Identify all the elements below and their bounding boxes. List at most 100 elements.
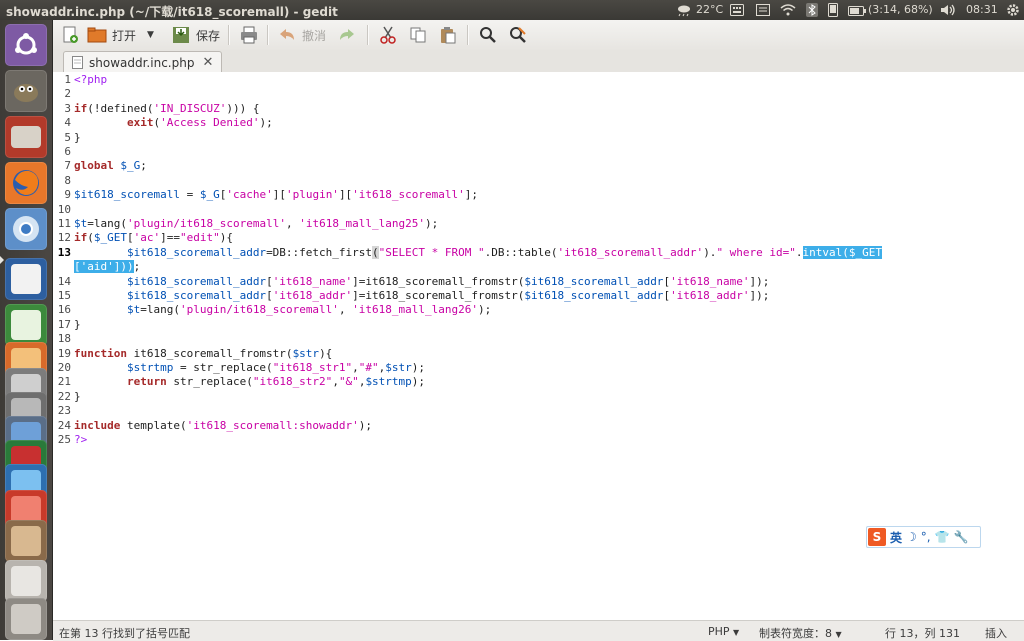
code-token: }: [74, 317, 81, 331]
tab-showaddr[interactable]: showaddr.inc.php ✕: [63, 51, 223, 73]
code-line[interactable]: $strtmp = str_replace("it618_str1","#",$…: [74, 361, 425, 374]
code-token: $_GET: [93, 231, 127, 245]
weather-icon[interactable]: [676, 3, 692, 17]
code-line[interactable]: $it618_scoremall_addr['it618_addr']=it61…: [74, 289, 769, 302]
insert-mode[interactable]: 插入: [985, 625, 1007, 641]
open-button[interactable]: 打开: [87, 24, 136, 46]
bluetooth-icon[interactable]: [806, 3, 818, 17]
code-line[interactable]: }: [74, 318, 81, 331]
code-line[interactable]: global $_G;: [74, 159, 147, 172]
code-token: $_G: [120, 159, 141, 173]
code-token: ][: [272, 188, 286, 202]
code-line[interactable]: $t=lang('plugin/it618_scoremall', 'it618…: [74, 303, 491, 316]
copy-icon: [410, 27, 426, 43]
code-line[interactable]: }: [74, 390, 81, 403]
close-icon[interactable]: ✕: [202, 55, 213, 70]
open-menu-arrow[interactable]: ▼: [147, 24, 154, 46]
chromium-icon[interactable]: [5, 208, 47, 250]
wifi-icon[interactable]: [780, 3, 796, 16]
file-manager-icon[interactable]: [5, 116, 47, 158]
spreadsheet-icon[interactable]: [5, 304, 47, 346]
ubuntu-dash-icon[interactable]: [5, 24, 47, 66]
code-line[interactable]: function it618_scoremall_fromstr($str){: [74, 347, 332, 360]
phone-icon[interactable]: [828, 3, 838, 17]
line-number: 10: [57, 202, 71, 216]
code-line[interactable]: if($_GET['ac']=="edit"){: [74, 231, 233, 244]
code-token: ]);: [749, 274, 770, 288]
line-number: 5: [64, 130, 71, 144]
code-token: ){: [219, 231, 233, 245]
code-token: ,: [338, 303, 353, 317]
layers-app-icon[interactable]: [5, 560, 47, 602]
wrench-icon[interactable]: 🔧: [954, 530, 969, 544]
find-button[interactable]: [479, 24, 497, 46]
firefox-icon[interactable]: [5, 162, 47, 204]
code-token: (: [372, 245, 379, 259]
toolbar-separator: [367, 25, 369, 45]
stacked-app-icon[interactable]: [5, 520, 47, 562]
code-token: ){: [319, 346, 333, 360]
undo-button[interactable]: 撤消: [277, 24, 326, 46]
mail-icon[interactable]: [756, 3, 770, 16]
code-line[interactable]: $it618_scoremall_addr=DB::fetch_first("S…: [74, 245, 1024, 259]
gimp-icon[interactable]: [5, 70, 47, 112]
code-line[interactable]: $it618_scoremall_addr['it618_name']=it61…: [74, 275, 769, 288]
battery-icon[interactable]: [848, 3, 866, 16]
sogou-logo-icon[interactable]: S: [868, 528, 886, 546]
trash-icon[interactable]: [5, 598, 47, 640]
code-token: "edit": [180, 231, 220, 245]
printer-icon: [241, 26, 257, 44]
code-line[interactable]: include template('it618_scoremall:showad…: [74, 419, 372, 432]
code-line[interactable]: if(!defined('IN_DISCUZ'))) {: [74, 102, 259, 115]
redo-button[interactable]: [337, 24, 357, 46]
print-button[interactable]: [239, 24, 259, 46]
volume-icon[interactable]: [940, 3, 956, 16]
tab-width-selector[interactable]: 制表符宽度：8 ▼: [759, 625, 842, 641]
cut-button[interactable]: [379, 24, 397, 46]
language-selector[interactable]: PHP ▼: [708, 625, 739, 638]
code-token: intval($_GET: [802, 245, 883, 259]
code-token: 'plugin': [285, 188, 339, 202]
clock-label[interactable]: 08:31: [966, 3, 998, 16]
code-token: ,: [332, 375, 339, 389]
ime-language-label[interactable]: 英: [890, 529, 902, 546]
paste-button[interactable]: [439, 24, 457, 46]
code-token: ;: [140, 159, 147, 173]
code-token: $t: [126, 303, 141, 317]
code-token: 'ac': [133, 231, 161, 245]
shirt-icon[interactable]: 👕: [935, 530, 950, 544]
find-replace-button[interactable]: [509, 24, 527, 46]
code-token: 'it618_name': [272, 274, 353, 288]
gear-icon[interactable]: [1006, 3, 1020, 17]
line-number: 24: [57, 418, 71, 432]
battery-label[interactable]: (3:14, 68%): [868, 3, 933, 16]
code-line[interactable]: exit('Access Denied');: [74, 116, 273, 129]
chevron-down-icon: ▼: [733, 628, 740, 637]
code-line[interactable]: }: [74, 131, 81, 144]
code-token: if: [74, 231, 88, 245]
window-title: showaddr.inc.php (~/下载/it618_scoremall) …: [6, 5, 338, 19]
moon-icon[interactable]: ☽: [906, 530, 917, 544]
code-token: );: [478, 303, 492, 317]
code-token: [: [266, 289, 273, 302]
line-number: 2: [64, 87, 71, 101]
temperature-label[interactable]: 22°C: [696, 3, 723, 16]
code-line[interactable]: <?php: [74, 73, 107, 86]
new-document-button[interactable]: [61, 24, 79, 46]
code-line[interactable]: return str_replace("it618_str2","&",$str…: [74, 375, 425, 388]
code-token: $strtmp: [126, 361, 174, 374]
code-token: );: [259, 116, 273, 130]
keyboard-icon[interactable]: [730, 3, 744, 16]
text-editor-icon[interactable]: [5, 258, 47, 300]
code-line[interactable]: $t=lang('plugin/it618_scoremall', 'it618…: [74, 217, 438, 230]
top-panel: showaddr.inc.php (~/下载/it618_scoremall) …: [0, 0, 1024, 20]
ime-toolbar[interactable]: S 英 ☽ °, 👕 🔧: [866, 526, 981, 548]
save-button[interactable]: 保存: [171, 24, 220, 46]
code-line[interactable]: ?>: [74, 433, 87, 446]
copy-button[interactable]: [409, 24, 427, 46]
punctuation-icon[interactable]: °,: [921, 530, 931, 544]
code-line[interactable]: $it618_scoremall = $_G['cache']['plugin'…: [74, 188, 478, 201]
code-token: exit: [126, 116, 154, 130]
code-token: $it618_scoremall_addr: [524, 274, 664, 288]
code-line[interactable]: ['aid']));: [74, 260, 140, 274]
